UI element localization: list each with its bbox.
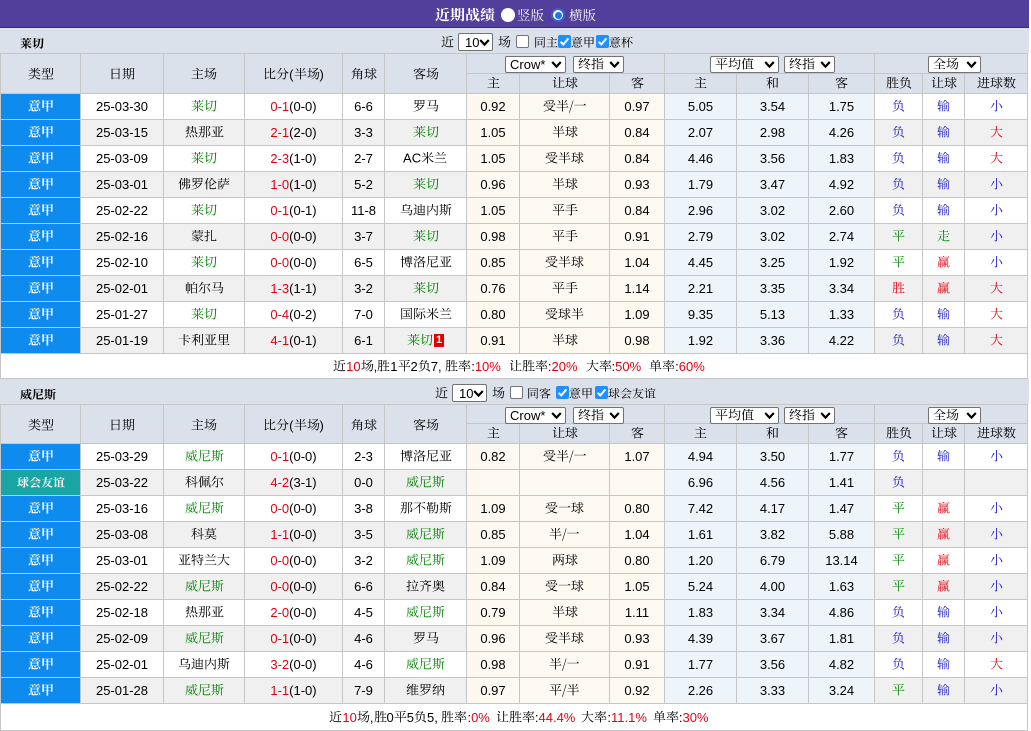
svg-text:C: C (412, 152, 421, 165)
svg-text:A: A (403, 152, 412, 165)
